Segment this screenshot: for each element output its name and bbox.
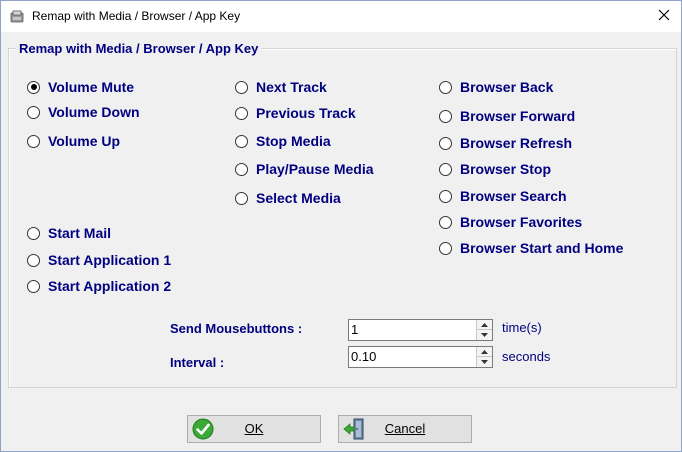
radio-label: Start Application 2 [48, 278, 172, 294]
radio-browser-back[interactable]: Browser Back [439, 78, 553, 96]
radio-button[interactable] [439, 162, 452, 176]
send-mousebuttons-value[interactable]: 1 [351, 322, 358, 337]
group-title: Remap with Media / Browser / App Key [16, 41, 262, 56]
radio-label: Browser Forward [460, 108, 576, 124]
radio-label: Browser Favorites [460, 214, 583, 230]
radio-label: Browser Search [460, 188, 567, 204]
radio-label: Volume Mute [48, 79, 135, 95]
radio-button[interactable] [439, 80, 452, 94]
interval-label: Interval : [170, 355, 225, 370]
radio-label: Volume Down [48, 104, 140, 120]
spin-up-arrow-icon[interactable] [477, 320, 492, 330]
radio-button[interactable] [235, 80, 248, 94]
dialog-window: Remap with Media / Browser / App Key Rem… [0, 0, 682, 452]
radio-label: Next Track [256, 79, 327, 95]
cancel-button[interactable]: Cancel [338, 415, 472, 443]
radio-stop-media[interactable]: Stop Media [235, 132, 331, 150]
radio-browser-stop[interactable]: Browser Stop [439, 160, 551, 178]
radio-volume-down[interactable]: Volume Down [27, 103, 140, 121]
radio-label: Browser Back [460, 79, 554, 95]
title-bar[interactable]: Remap with Media / Browser / App Key [1, 1, 681, 32]
radio-button[interactable] [27, 279, 40, 293]
radio-label: Volume Up [48, 133, 121, 149]
radio-label: Start Application 1 [48, 252, 172, 268]
interval-value[interactable]: 0.10 [351, 349, 376, 364]
spin-buttons [476, 347, 492, 367]
radio-label: Stop Media [256, 133, 331, 149]
spin-up-arrow-icon[interactable] [477, 347, 492, 357]
radio-select-media[interactable]: Select Media [235, 189, 341, 207]
radio-button-selected[interactable] [27, 80, 40, 94]
radio-button[interactable] [235, 162, 248, 176]
radio-button[interactable] [235, 191, 248, 205]
send-mousebuttons-unit: time(s) [502, 320, 542, 335]
radio-label: Previous Track [256, 105, 356, 121]
spin-buttons [476, 320, 492, 340]
radio-browser-start-and-home[interactable]: Browser Start and Home [439, 239, 623, 257]
radio-label: Play/Pause Media [256, 161, 374, 177]
app-icon [10, 10, 24, 24]
interval-unit: seconds [502, 349, 551, 364]
radio-button[interactable] [439, 215, 452, 229]
radio-label: Browser Refresh [460, 135, 573, 151]
radio-start-mail[interactable]: Start Mail [27, 224, 111, 242]
radio-label: Browser Stop [460, 161, 552, 177]
radio-browser-favorites[interactable]: Browser Favorites [439, 213, 582, 231]
radio-start-application-1[interactable]: Start Application 1 [27, 251, 171, 269]
radio-volume-up[interactable]: Volume Up [27, 132, 120, 150]
send-mousebuttons-spinbox[interactable]: 1 [348, 319, 493, 341]
radio-button[interactable] [27, 226, 40, 240]
radio-volume-mute[interactable]: Volume Mute [27, 78, 134, 96]
radio-label: Browser Start and Home [460, 240, 624, 256]
radio-play-pause-media[interactable]: Play/Pause Media [235, 160, 374, 178]
ok-button-label: OK [244, 421, 264, 436]
radio-previous-track[interactable]: Previous Track [235, 104, 356, 122]
radio-browser-forward[interactable]: Browser Forward [439, 107, 575, 125]
radio-label: Start Mail [48, 225, 112, 241]
ok-button[interactable]: OK [187, 415, 321, 443]
radio-button[interactable] [439, 189, 452, 203]
radio-button[interactable] [439, 109, 452, 123]
radio-browser-search[interactable]: Browser Search [439, 187, 567, 205]
cancel-button-label: Cancel [384, 421, 426, 436]
radio-start-application-2[interactable]: Start Application 2 [27, 277, 171, 295]
radio-next-track[interactable]: Next Track [235, 78, 327, 96]
radio-browser-refresh[interactable]: Browser Refresh [439, 134, 572, 152]
radio-button[interactable] [235, 106, 248, 120]
radio-button[interactable] [439, 136, 452, 150]
close-icon [658, 8, 670, 26]
spin-down-arrow-icon[interactable] [477, 330, 492, 340]
send-mousebuttons-label: Send Mousebuttons : [170, 321, 303, 336]
radio-button[interactable] [27, 253, 40, 267]
window-title: Remap with Media / Browser / App Key [32, 9, 241, 23]
radio-button[interactable] [27, 134, 40, 148]
radio-button[interactable] [27, 105, 40, 119]
interval-spinbox[interactable]: 0.10 [348, 346, 493, 368]
radio-button[interactable] [235, 134, 248, 148]
radio-button[interactable] [439, 241, 452, 255]
close-button[interactable] [647, 1, 681, 32]
radio-label: Select Media [256, 190, 341, 206]
spin-down-arrow-icon[interactable] [477, 357, 492, 367]
